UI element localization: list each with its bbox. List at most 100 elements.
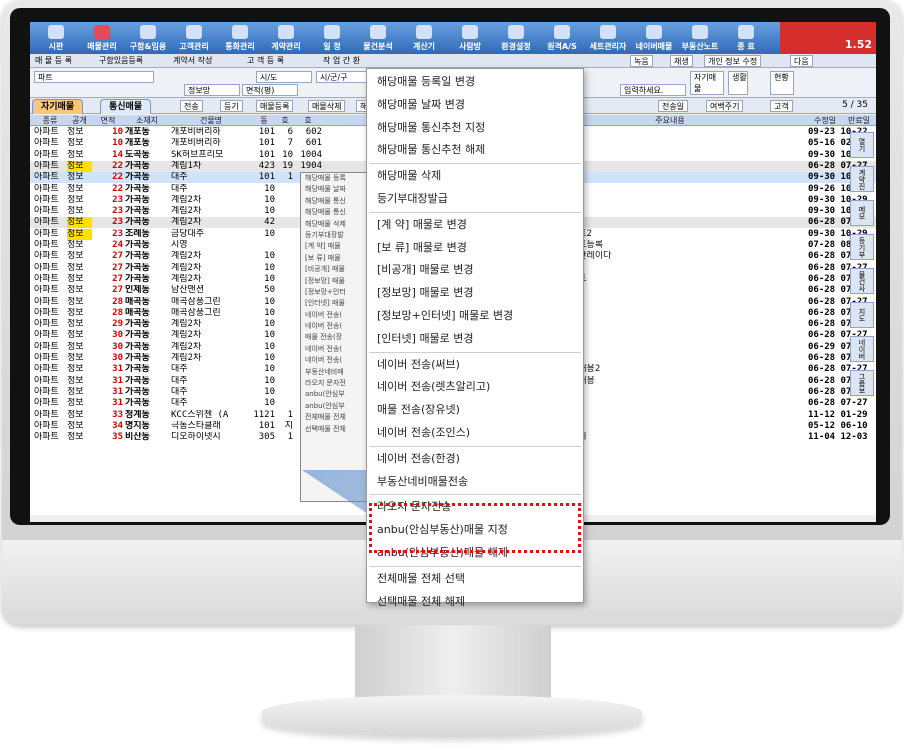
list-right-btn-0[interactable]: 전송일 xyxy=(658,100,689,112)
sidebar-button[interactable]: 열기 xyxy=(850,132,874,158)
context-menu-item[interactable]: 네이버 전송(한경) xyxy=(367,448,583,470)
menu-11[interactable]: 원격A/S xyxy=(542,22,582,54)
list-right-btn-2[interactable]: 고객 xyxy=(770,100,793,112)
context-menu-item[interactable]: 네이버 전송(조인스) xyxy=(367,422,583,444)
menu-14[interactable]: 부동산노트 xyxy=(680,22,720,54)
menu-12[interactable]: 세트관리자 xyxy=(588,22,628,54)
cell-kind: 정보 xyxy=(67,172,84,183)
menu-3[interactable]: 고객관리 xyxy=(174,22,214,54)
context-menu-item[interactable]: [보 류] 매물로 변경 xyxy=(367,237,583,259)
sidebar-button[interactable]: 등기부등본 xyxy=(850,234,874,260)
sidebar-button[interactable]: 네이버전송 xyxy=(850,336,874,362)
menu-icon xyxy=(48,25,64,39)
cell-area: 24 xyxy=(112,240,123,250)
context-menu-item[interactable]: [계 약] 매물로 변경 xyxy=(367,214,583,236)
context-menu-item[interactable]: [인터넷] 매물로 변경 xyxy=(367,328,583,350)
cell-area: 35 xyxy=(112,432,123,443)
context-menu-item[interactable]: 전체매물 전체 선택 xyxy=(367,568,583,590)
context-menu-item[interactable]: 네이버 전송(렛츠알리고) xyxy=(367,376,583,398)
context-menu-item[interactable]: 해당매물 통신추천 해제 xyxy=(367,139,583,161)
quick-btn-2[interactable]: 계약서 작성 xyxy=(170,55,215,67)
cell-dong: 10 xyxy=(264,353,275,363)
menu-13[interactable]: 네이버매물 xyxy=(634,22,674,54)
context-menu-item[interactable]: 선택매물 전체 해제 xyxy=(367,591,583,613)
cell-loc: 가곡동 xyxy=(125,273,150,284)
cell-bld: 매곡삼풍그린 xyxy=(171,296,221,307)
cell-loc: 가곡동 xyxy=(125,364,150,375)
context-menu-item[interactable]: 부동산네비매물전송 xyxy=(367,471,583,493)
cell-ho: 10 xyxy=(282,149,293,160)
cell-type: 아파트 xyxy=(34,160,59,171)
menu-icon xyxy=(370,25,386,39)
cell-area: 30 xyxy=(112,330,123,341)
cell-type: 아파트 xyxy=(34,183,59,194)
menu-2[interactable]: 구함&임용 xyxy=(128,22,168,54)
context-menu-item[interactable]: 매물 전송(장유넷) xyxy=(367,399,583,421)
quick-right-btn-2[interactable]: 개인 정보 수정 xyxy=(704,55,762,67)
life-button[interactable]: 생활 xyxy=(728,71,748,95)
cell-unit: 602 xyxy=(305,127,322,137)
quick-btn-1[interactable]: 구함있음등록 xyxy=(96,55,146,67)
field-input[interactable]: 파트 xyxy=(34,71,154,83)
context-menu-item[interactable]: 해당매물 등록일 변경 xyxy=(367,71,583,93)
context-menu-item[interactable]: [비공개] 매물로 변경 xyxy=(367,259,583,281)
context-menu-item[interactable]: 네이버 전송(써브) xyxy=(367,354,583,376)
quick-right-btn-1[interactable]: 재생 xyxy=(670,55,693,67)
cell-kind: 정보 xyxy=(67,138,84,149)
cell-loc: 명지동 xyxy=(125,420,150,431)
context-menu-item[interactable]: 등기부대장발급 xyxy=(367,188,583,210)
list-btn-3[interactable]: 매물삭제 xyxy=(308,100,346,112)
context-menu-item[interactable]: [정보망+인터넷] 매물로 변경 xyxy=(367,305,583,327)
menu-5[interactable]: 계약관리 xyxy=(266,22,306,54)
menu-4[interactable]: 통화관리 xyxy=(220,22,260,54)
sidebar-button[interactable]: 지도 xyxy=(850,302,874,328)
cell-ho xyxy=(277,274,293,285)
quick-right-btn-3[interactable]: 다음 xyxy=(790,55,813,67)
context-menu-item[interactable]: 해당매물 삭제 xyxy=(367,165,583,187)
menu-8[interactable]: 계산기 xyxy=(404,22,444,54)
context-menu-item[interactable]: 해당매물 통신추천 지정 xyxy=(367,117,583,139)
list-btn-2[interactable]: 매물등록 xyxy=(256,100,294,112)
cell-area: 31 xyxy=(112,375,123,386)
quick-btn-3[interactable]: 고 객 등 록 xyxy=(244,55,287,67)
list-btn-1[interactable]: 등기 xyxy=(220,100,243,112)
status-button[interactable]: 현황 xyxy=(770,71,794,95)
context-menu-item[interactable]: 해당매물 날짜 변경 xyxy=(367,94,583,116)
sidebar-button[interactable]: 메모 xyxy=(850,200,874,226)
cell-ho xyxy=(277,364,293,375)
sidebar-button[interactable]: 물건사진 xyxy=(850,268,874,294)
cell-area: 28 xyxy=(112,307,123,318)
quick-btn-4[interactable]: 작 업 간 환 xyxy=(320,55,363,67)
menu-6[interactable]: 일 정 xyxy=(312,22,352,54)
quick-right-btn-0[interactable]: 녹음 xyxy=(630,55,653,67)
menu-9[interactable]: 사람방 xyxy=(450,22,490,54)
quick-btn-0[interactable]: 매 물 등 록 xyxy=(32,55,75,67)
menu-icon xyxy=(692,25,708,39)
sidebar-button[interactable]: 계약진행 xyxy=(850,166,874,192)
cell-bld: 개포비버리하 xyxy=(171,127,221,137)
menu-10[interactable]: 환경설정 xyxy=(496,22,536,54)
cell-type: 아파트 xyxy=(34,285,59,296)
list-right-btn-1[interactable]: 여백주기 xyxy=(706,100,744,112)
cell-desc xyxy=(570,398,770,409)
tab-own-listings[interactable]: 자기매물 xyxy=(32,99,84,114)
own-listing-button[interactable]: 자기매물 xyxy=(690,71,724,95)
cell-desc xyxy=(570,410,770,421)
context-menu-item[interactable]: [정보망] 매물로 변경 xyxy=(367,282,583,304)
sido-select[interactable]: 시/도 xyxy=(256,71,312,83)
sidebar-button[interactable]: 그룹보기 xyxy=(850,370,874,396)
menu-separator xyxy=(369,163,581,165)
info-network-checkbox[interactable]: 정보망 xyxy=(184,84,240,96)
cell-bld: 대주 xyxy=(171,398,188,409)
menu-7[interactable]: 물건분석 xyxy=(358,22,398,54)
search-hint-input[interactable]: 입력하세요. xyxy=(620,84,686,96)
area-unit-select[interactable]: 면적(평) xyxy=(242,84,298,96)
cell-desc xyxy=(570,206,770,217)
menu-15[interactable]: 종 료 xyxy=(726,22,766,54)
menu-0[interactable]: 시판 xyxy=(36,22,76,54)
tab-comm-listings[interactable]: 통신매물 xyxy=(100,99,152,114)
menu-1[interactable]: 매물관리 xyxy=(82,22,122,54)
cell-ho: 7 xyxy=(287,138,293,149)
list-btn-0[interactable]: 전송 xyxy=(180,100,203,112)
cell-bld: 시영 xyxy=(171,240,188,250)
